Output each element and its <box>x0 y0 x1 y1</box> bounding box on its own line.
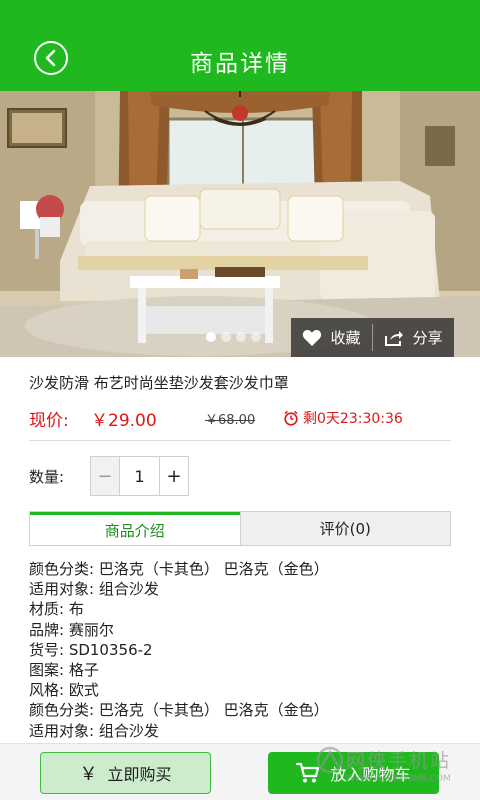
top-nav-bar: 商品详情 <box>0 0 480 91</box>
spec-line: 品牌: 赛丽尔 <box>29 620 114 639</box>
add-to-cart-button[interactable]: 放入购物车 <box>268 752 439 794</box>
spec-line: 货号: SD10356-2 <box>29 640 153 659</box>
original-price: ￥68.00 <box>205 413 256 428</box>
current-price: ￥29.00 <box>91 411 157 431</box>
tab-product-intro[interactable]: 商品介绍 <box>30 512 240 545</box>
favorite-button[interactable]: 收藏 <box>291 318 372 357</box>
carousel-dot-4[interactable] <box>251 332 261 342</box>
spec-line: 颜色分类: 巴洛克（卡其色） 巴洛克（金色） <box>29 701 329 720</box>
price-row: 现价: ￥29.00 ￥68.00 剩0天23:30:36 <box>29 406 451 431</box>
price-label: 现价: <box>29 411 69 431</box>
share-button[interactable]: 分享 <box>373 318 454 357</box>
bottom-action-bar: ￥ 立即购买 放入购物车 <box>0 743 480 800</box>
add-to-cart-label: 放入购物车 <box>330 765 411 784</box>
product-title: 沙发防滑 布艺时尚坐垫沙发套沙发巾罩 <box>29 374 289 392</box>
cart-icon <box>296 762 320 783</box>
spec-line: 适用对象: 组合沙发 <box>29 721 159 740</box>
price-divider <box>29 440 451 441</box>
carousel-dot-1[interactable] <box>206 332 216 342</box>
spec-line: 适用对象: 组合沙发 <box>29 580 159 599</box>
image-action-bar: 收藏 分享 <box>291 318 454 357</box>
quantity-value[interactable]: 1 <box>120 457 159 495</box>
quantity-label: 数量: <box>29 468 65 486</box>
quantity-stepper: − 1 + <box>90 456 189 496</box>
spec-line: 图案: 格子 <box>29 661 99 680</box>
yen-icon: ￥ <box>79 764 98 785</box>
product-specs: 颜色分类: 巴洛克（卡其色） 巴洛克（金色） 适用对象: 组合沙发 材质: 布 … <box>29 559 459 743</box>
share-icon <box>385 330 404 346</box>
carousel-dot-2[interactable] <box>221 332 231 342</box>
tab-reviews[interactable]: 评价(0) <box>239 512 450 545</box>
spec-line: 颜色分类: 巴洛克（卡其色） 巴洛克（金色） <box>29 560 329 578</box>
carousel-dots <box>206 332 261 342</box>
spec-line: 材质: 布 <box>29 600 84 619</box>
share-label: 分享 <box>412 329 443 347</box>
detail-tabs: 商品介绍 评价(0) <box>29 511 451 546</box>
page-title: 商品详情 <box>190 51 290 77</box>
heart-icon <box>303 329 322 346</box>
buy-now-label: 立即购买 <box>107 765 172 784</box>
increase-quantity-button[interactable]: + <box>159 457 188 495</box>
buy-now-button[interactable]: ￥ 立即购买 <box>40 752 211 794</box>
countdown-timer: 剩0天23:30:36 <box>283 408 403 428</box>
product-image-carousel[interactable]: 收藏 分享 <box>0 91 480 357</box>
carousel-dot-3[interactable] <box>236 332 246 342</box>
favorite-label: 收藏 <box>330 329 361 347</box>
clock-icon <box>284 410 298 426</box>
decrease-quantity-button[interactable]: − <box>91 457 120 495</box>
spec-line: 风格: 欧式 <box>29 681 99 700</box>
countdown-text: 剩0天23:30:36 <box>303 411 403 427</box>
